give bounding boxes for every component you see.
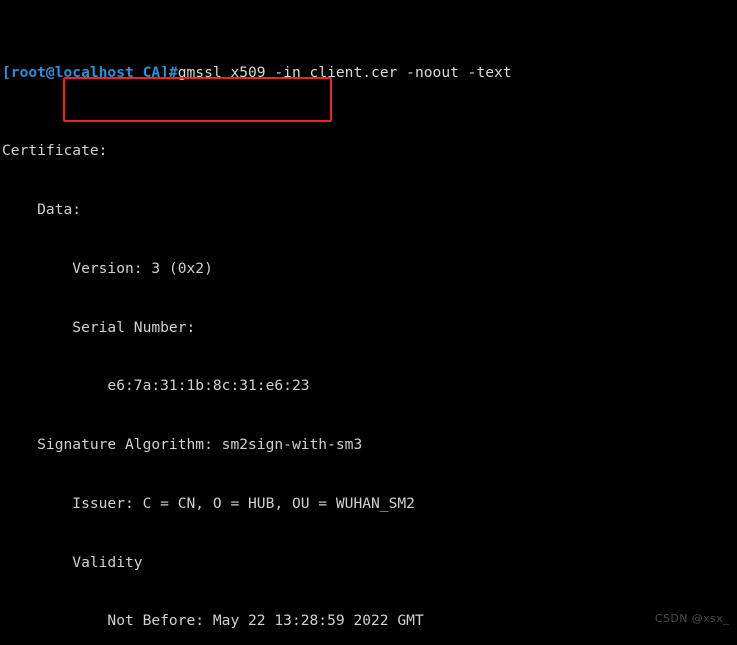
output-line: Certificate: bbox=[2, 142, 108, 160]
csdn-watermark: CSDN @xsx_ bbox=[654, 612, 729, 626]
output-line-serial-number-label: Serial Number: bbox=[2, 318, 196, 336]
output-line-serial-number-value: e6:7a:31:1b:8c:31:e6:23 bbox=[2, 377, 310, 395]
output-line: Issuer: C = CN, O = HUB, OU = WUHAN_SM2 bbox=[2, 494, 415, 512]
output-line: Validity bbox=[2, 553, 143, 571]
command-line-first: [root@localhost CA]#gmssl x509 -in clien… bbox=[2, 63, 737, 83]
terminal-window[interactable]: [root@localhost CA]#gmssl x509 -in clien… bbox=[0, 0, 737, 645]
output-line: Not Before: May 22 13:28:59 2022 GMT bbox=[2, 612, 424, 630]
output-line: Version: 3 (0x2) bbox=[2, 259, 213, 277]
output-line: Signature Algorithm: sm2sign-with-sm3 bbox=[2, 436, 363, 454]
shell-prompt: [root@localhost CA]# bbox=[2, 63, 178, 81]
output-line: Data: bbox=[2, 200, 82, 218]
terminal-output-area: [root@localhost CA]#gmssl x509 -in clien… bbox=[2, 4, 737, 645]
command-text-first: gmssl x509 -in client.cer -noout -text bbox=[177, 63, 512, 81]
